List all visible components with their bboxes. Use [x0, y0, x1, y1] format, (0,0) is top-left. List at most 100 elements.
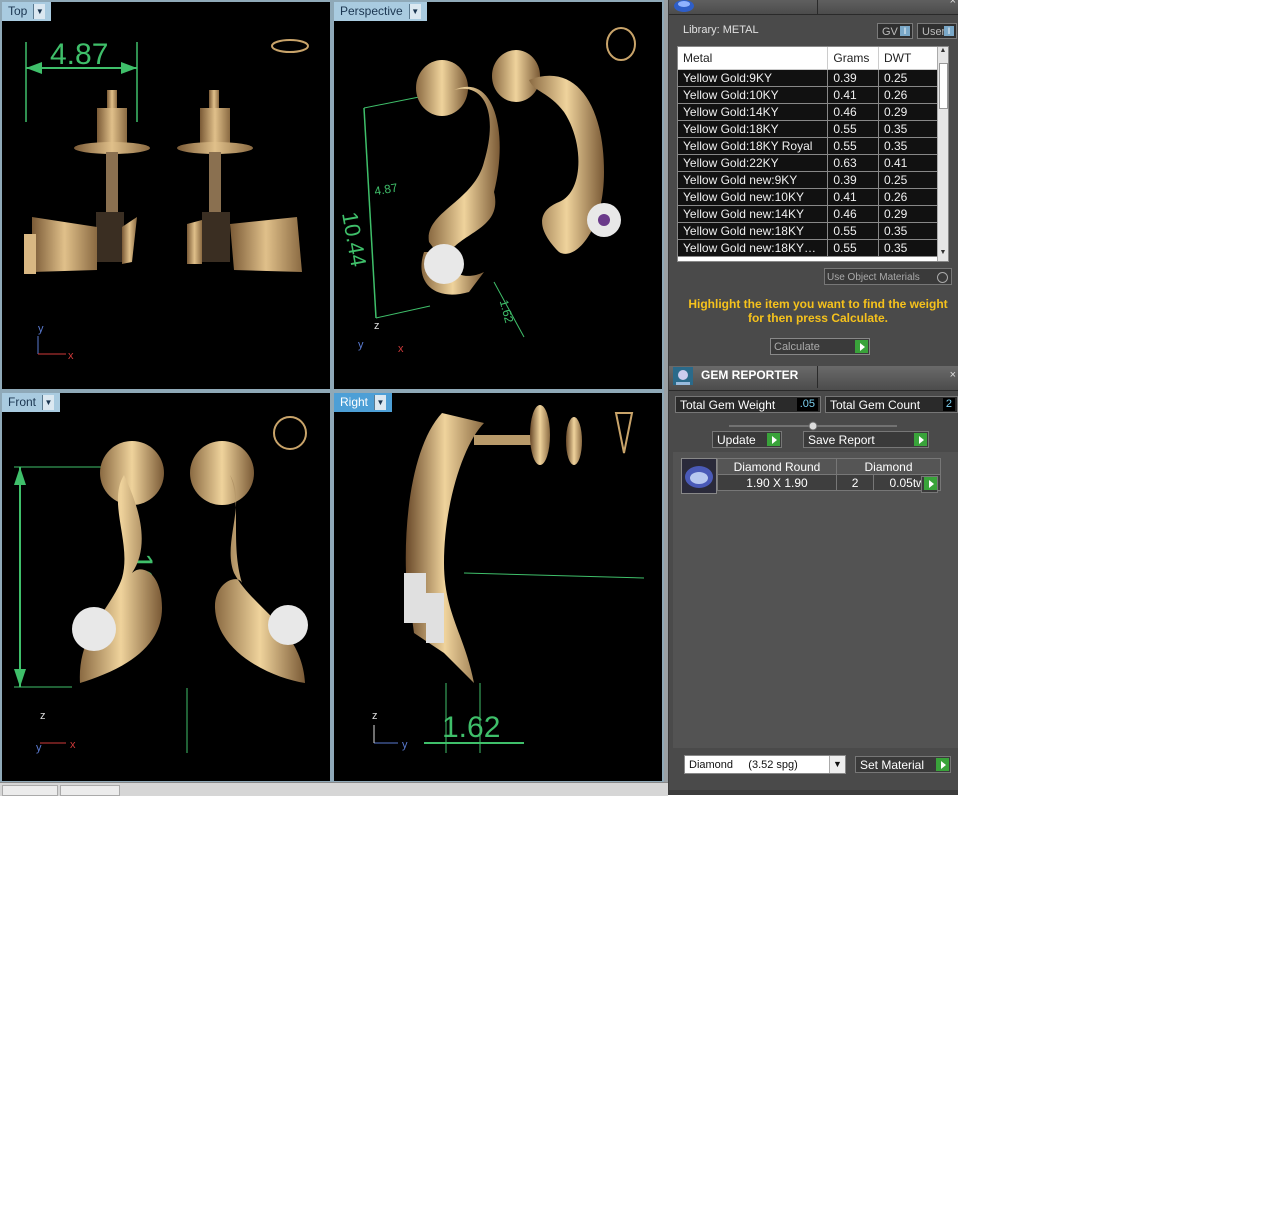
persp-axis-z: z — [374, 320, 380, 332]
chevron-down-icon[interactable]: ▼ — [829, 756, 845, 773]
table-row[interactable]: Yellow Gold new:18KY… 0.55 0.35 — [678, 239, 938, 257]
gem-list: Diamond Round Diamond 1.90 X 1.90 2 0.05… — [673, 452, 958, 748]
scrollbar-thumb[interactable] — [939, 63, 948, 109]
user-library-button[interactable]: User I — [917, 23, 957, 39]
right-dimension-text: 1.62 — [442, 711, 500, 744]
right-axis-y: y — [402, 739, 408, 751]
column-header-metal[interactable]: Metal — [678, 47, 829, 70]
user-indicator: I — [944, 26, 954, 36]
gem-reporter-title: GEM REPORTER — [701, 368, 799, 382]
viewport-perspective[interactable]: 10.44 4.87 1.62 y z x Perspective ▼ — [332, 0, 664, 391]
persp-axis-y: y — [358, 339, 364, 351]
round-diamond-icon — [681, 458, 717, 494]
dwt-cell: 0.26 — [878, 86, 938, 104]
viewport-perspective-title: Perspective — [340, 4, 403, 18]
column-header-grams[interactable]: Grams — [827, 47, 879, 70]
top-view-render: 4.87 y x — [24, 38, 309, 362]
top-axis-y: y — [38, 323, 44, 335]
radio-icon — [937, 272, 948, 283]
play-arrow-icon — [936, 758, 949, 771]
gem-reporter-titlebar: GEM REPORTER × — [669, 366, 958, 391]
save-report-button[interactable]: Save Report — [803, 431, 929, 448]
chevron-down-icon[interactable]: ▼ — [33, 4, 46, 19]
table-row[interactable]: Yellow Gold new:9KY 0.39 0.25 — [678, 171, 938, 189]
gem-list-item[interactable]: Diamond Round Diamond 1.90 X 1.90 2 0.05… — [681, 458, 941, 494]
viewport-right-title: Right — [340, 395, 369, 409]
viewport-right[interactable]: 1.62 z y Right ▼ — [332, 391, 664, 783]
dwt-cell: 0.29 — [878, 103, 938, 121]
right-axis-z: z — [372, 710, 378, 722]
table-row[interactable]: Yellow Gold:22KY 0.63 0.41 — [678, 154, 938, 172]
gv-indicator: I — [900, 26, 910, 36]
table-row[interactable]: Yellow Gold:14KY 0.46 0.29 — [678, 103, 938, 121]
gem-details-button[interactable] — [921, 476, 938, 493]
bottom-tab[interactable] — [60, 785, 120, 796]
metal-name-cell: Yellow Gold:18KY Royal — [678, 137, 829, 155]
calculate-label: Calculate — [774, 341, 820, 353]
grams-cell: 0.63 — [827, 154, 879, 172]
front-axis-x: x — [70, 739, 76, 751]
grams-cell: 0.46 — [827, 205, 879, 223]
table-row[interactable]: Yellow Gold:10KY 0.41 0.26 — [678, 86, 938, 104]
dwt-cell: 0.35 — [878, 222, 938, 240]
panel-divider-handle[interactable] — [729, 421, 897, 431]
perspective-dim-1: 10.44 — [337, 210, 371, 269]
grams-cell: 0.55 — [827, 137, 879, 155]
dwt-cell: 0.35 — [878, 239, 938, 257]
dwt-cell: 0.35 — [878, 137, 938, 155]
close-icon[interactable]: × — [950, 0, 956, 7]
metal-name-cell: Yellow Gold new:10KY — [678, 188, 829, 206]
scroll-down-icon[interactable]: ▼ — [938, 249, 948, 261]
gemvision-logo-icon — [674, 0, 694, 12]
close-icon[interactable]: × — [950, 369, 956, 381]
table-row[interactable]: Yellow Gold:18KY 0.55 0.35 — [678, 120, 938, 138]
use-object-materials-toggle[interactable]: Use Object Materials — [824, 268, 952, 285]
viewport-label-front[interactable]: Front ▼ — [2, 393, 61, 412]
viewport-top[interactable]: 4.87 y x Top ▼ — [0, 0, 332, 391]
chevron-down-icon[interactable]: ▼ — [408, 4, 421, 19]
viewport-front[interactable]: 10.44 z y x Front ▼ — [0, 391, 332, 783]
table-row[interactable]: Yellow Gold new:10KY 0.41 0.26 — [678, 188, 938, 206]
dwt-cell: 0.41 — [878, 154, 938, 172]
grams-cell: 0.46 — [827, 103, 879, 121]
table-row[interactable]: Yellow Gold new:18KY 0.55 0.35 — [678, 222, 938, 240]
bottom-tab-strip — [0, 782, 668, 796]
front-view-render: 10.44 z y x — [14, 416, 308, 754]
column-header-dwt[interactable]: DWT — [878, 47, 938, 70]
update-button[interactable]: Update — [712, 431, 782, 448]
set-material-button[interactable]: Set Material — [855, 756, 951, 773]
gem-material-select[interactable]: Diamond (3.52 spg) ▼ — [684, 755, 846, 774]
save-report-label: Save Report — [808, 433, 875, 447]
metal-table-scrollbar[interactable]: ▲ ▼ — [937, 47, 948, 261]
dwt-cell: 0.26 — [878, 188, 938, 206]
dwt-cell: 0.25 — [878, 171, 938, 189]
persp-axis-x: x — [398, 343, 404, 355]
scroll-up-icon[interactable]: ▲ — [938, 47, 948, 59]
gv-library-button[interactable]: GV I — [877, 23, 913, 39]
top-dimension-text: 4.87 — [50, 38, 108, 71]
viewport-label-right[interactable]: Right ▼ — [334, 393, 393, 412]
metal-table[interactable]: Metal Grams DWT Yellow Gold:9KY 0.39 0.25 Y… — [677, 46, 949, 262]
front-axis-z: z — [40, 710, 46, 722]
chevron-down-icon[interactable]: ▼ — [42, 395, 55, 410]
grams-cell: 0.55 — [827, 222, 879, 240]
metal-name-cell: Yellow Gold new:14KY — [678, 205, 829, 223]
viewport-label-top[interactable]: Top ▼ — [2, 2, 52, 21]
viewport-label-perspective[interactable]: Perspective ▼ — [334, 2, 427, 21]
bottom-tab[interactable] — [2, 785, 58, 796]
table-row[interactable]: Yellow Gold:18KY Royal 0.55 0.35 — [678, 137, 938, 155]
right-view-render: 1.62 z y — [372, 405, 645, 753]
update-label: Update — [717, 433, 756, 447]
table-row[interactable]: Yellow Gold new:14KY 0.46 0.29 — [678, 205, 938, 223]
calculate-button[interactable]: Calculate — [770, 338, 870, 355]
viewport-area: 4.87 y x Top ▼ 10.44 4.87 1.62 y z x Per… — [0, 0, 668, 788]
table-row[interactable]: Yellow Gold:9KY 0.39 0.25 — [678, 69, 938, 87]
total-gem-weight-field: Total Gem Weight .05 — [675, 396, 821, 413]
metal-name-cell: Yellow Gold:14KY — [678, 103, 829, 121]
app-window: 4.87 y x Top ▼ 10.44 4.87 1.62 y z x Per… — [0, 0, 958, 796]
chevron-down-icon[interactable]: ▼ — [374, 395, 387, 410]
metal-name-cell: Yellow Gold new:18KY… — [678, 239, 829, 257]
total-gem-count-field: Total Gem Count 2 — [825, 396, 958, 413]
play-arrow-icon — [914, 433, 927, 446]
gem-reporter-logo-icon — [673, 367, 693, 385]
